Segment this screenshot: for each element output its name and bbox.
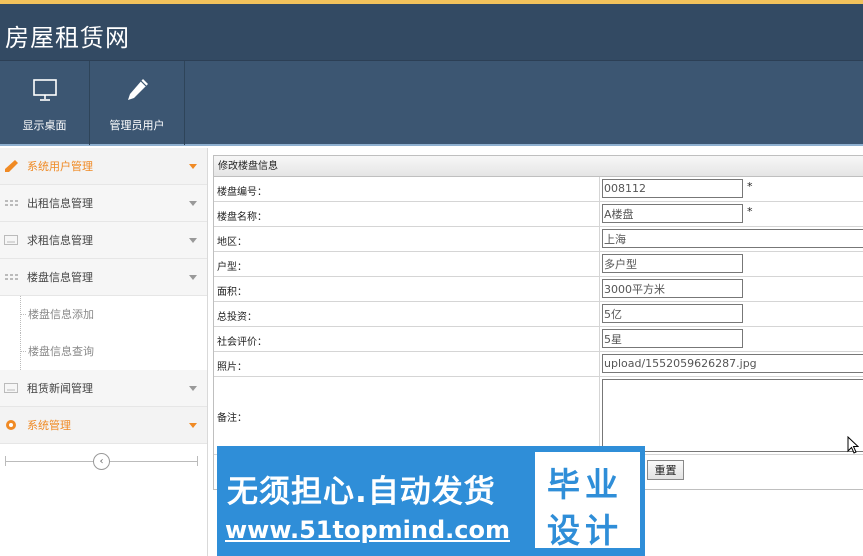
stamp-line1: 毕业: [547, 465, 623, 504]
sidebar-item-system-manage[interactable]: 系统管理: [0, 407, 207, 444]
chevron-down-icon: [189, 386, 197, 391]
sidebar-item-wanted-info[interactable]: 求租信息管理: [0, 222, 207, 259]
pencil-icon: [5, 160, 18, 172]
form-row-rating: 社会评价：: [214, 327, 863, 352]
banner-text-area: 无须担心.自动发货 www.51topmind.com: [217, 446, 533, 556]
sidebar-item-label: 楼盘信息管理: [27, 271, 93, 284]
sidebar-item-label: 出租信息管理: [27, 197, 93, 210]
area-input[interactable]: [602, 279, 743, 298]
show-desktop-button[interactable]: 显示桌面: [0, 61, 90, 145]
chevron-down-icon: [189, 238, 197, 243]
top-toolbar: 显示桌面 管理员用户: [0, 60, 863, 146]
chevron-down-icon: [189, 275, 197, 280]
reset-button[interactable]: 重置: [647, 460, 684, 480]
photo-label: 照片：: [217, 362, 247, 373]
sidebar-item-rental-info[interactable]: 出租信息管理: [0, 185, 207, 222]
grid-icon: [5, 274, 18, 280]
sidebar-collapse-bar: ‹: [0, 444, 207, 484]
required-mark: *: [747, 180, 753, 193]
sidebar-item-label: 租赁新闻管理: [27, 382, 93, 395]
building-name-label: 楼盘名称：: [217, 212, 267, 223]
stamp-line2: 设计: [547, 511, 623, 550]
investment-label: 总投资：: [217, 312, 257, 323]
form-cell: [599, 327, 863, 351]
investment-input[interactable]: [602, 304, 743, 323]
form-row-building-no: 楼盘编号： *: [214, 177, 863, 202]
rating-input[interactable]: [602, 329, 743, 348]
form-row-building-name: 楼盘名称： *: [214, 202, 863, 227]
sidebar-item-rental-news[interactable]: 租赁新闻管理: [0, 370, 207, 407]
form-cell: [599, 377, 863, 454]
area-label: 面积：: [217, 287, 247, 298]
app-header: 房屋租赁网: [0, 0, 863, 60]
sidebar-subitem-building-add[interactable]: 楼盘信息添加: [0, 296, 207, 333]
sidebar-item-label: 求租信息管理: [27, 234, 93, 247]
chevron-down-icon: [189, 423, 197, 428]
form-row-photo: 照片：: [214, 352, 863, 377]
grid-icon: [5, 200, 18, 206]
monitor-icon: [32, 79, 57, 101]
watermark-banner: 无须担心.自动发货 www.51topmind.com 毕业 设计: [217, 446, 645, 556]
admin-user-button[interactable]: 管理员用户: [90, 61, 185, 145]
form-cell: [599, 277, 863, 301]
form-cell: [599, 352, 863, 376]
app-title: 房屋租赁网: [5, 24, 130, 52]
rating-label: 社会评价：: [217, 337, 267, 348]
gear-icon: [6, 420, 16, 430]
sidebar-item-label: 系统管理: [27, 419, 71, 432]
required-mark: *: [747, 205, 753, 218]
sidebar-item-system-users[interactable]: 系统用户管理: [0, 148, 207, 185]
form-row-area: 面积：: [214, 277, 863, 302]
form-title: 修改楼盘信息: [214, 156, 863, 177]
building-no-input[interactable]: [602, 179, 743, 198]
sidebar-subitem-label: 楼盘信息添加: [28, 308, 94, 321]
form-row-investment: 总投资：: [214, 302, 863, 327]
sidebar-item-building-info[interactable]: 楼盘信息管理: [0, 259, 207, 296]
form-row-remark: 备注：: [214, 377, 863, 455]
form-row-layout: 户型：: [214, 252, 863, 277]
sidebar-subitem-building-query[interactable]: 楼盘信息查询: [0, 333, 207, 370]
form-cell: [599, 302, 863, 326]
collapse-divider-tick: [197, 456, 198, 466]
remark-textarea[interactable]: [602, 379, 863, 452]
edit-building-form: 修改楼盘信息 楼盘编号： * 楼盘名称： * 地区： 户型： 面积： 总投资：: [213, 155, 863, 490]
chevron-down-icon: [189, 164, 197, 169]
sidebar-subitem-label: 楼盘信息查询: [28, 345, 94, 358]
pencil-icon: [128, 79, 148, 100]
layout-label: 户型：: [217, 262, 247, 273]
chevron-down-icon: [189, 201, 197, 206]
collapse-sidebar-button[interactable]: ‹: [93, 453, 110, 470]
show-desktop-label: 显示桌面: [22, 119, 67, 132]
building-name-input[interactable]: [602, 204, 743, 223]
mouse-cursor-icon: [847, 436, 859, 454]
form-cell: [599, 227, 863, 251]
form-cell: [599, 252, 863, 276]
form-cell: *: [599, 177, 863, 201]
keyboard-icon: [4, 235, 18, 245]
form-cell: *: [599, 202, 863, 226]
keyboard-icon: [4, 383, 18, 393]
region-input[interactable]: [602, 229, 863, 248]
banner-stamp: 毕业 设计: [535, 452, 640, 550]
banner-slogan: 无须担心.自动发货: [227, 474, 496, 510]
admin-user-label: 管理员用户: [109, 119, 165, 132]
banner-site-url: www.51topmind.com: [225, 516, 510, 544]
form-row-region: 地区：: [214, 227, 863, 252]
layout-input[interactable]: [602, 254, 743, 273]
photo-input[interactable]: [602, 354, 863, 373]
collapse-divider-tick: [5, 456, 6, 466]
sidebar-item-label: 系统用户管理: [27, 160, 93, 173]
remark-label: 备注：: [217, 413, 247, 424]
sidebar: 系统用户管理 出租信息管理 求租信息管理 楼盘信息管理 楼盘信息添加 楼盘信息查…: [0, 148, 208, 556]
region-label: 地区：: [217, 237, 247, 248]
building-no-label: 楼盘编号：: [217, 187, 267, 198]
